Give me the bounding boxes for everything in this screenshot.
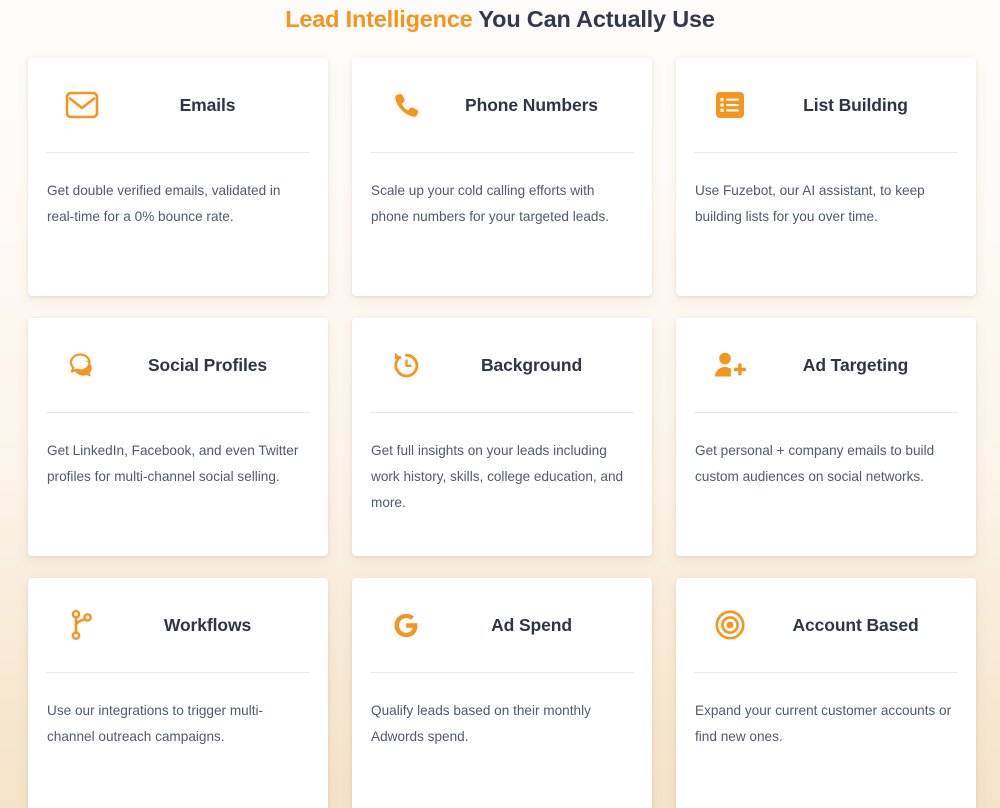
page-title-rest: You Can Actually Use [472, 6, 715, 32]
card-header: Ad Targeting [693, 318, 959, 412]
list-icon [710, 85, 750, 125]
card-description: Use our integrations to trigger multi-ch… [47, 703, 264, 744]
card-header: Ad Spend [369, 578, 635, 672]
card-header: Social Profiles [45, 318, 311, 412]
card-title: Account Based [792, 614, 919, 635]
card-description: Get LinkedIn, Facebook, and even Twitter… [47, 443, 299, 484]
card-title: Emails [179, 94, 236, 115]
card-description: Scale up your cold calling efforts with … [371, 183, 610, 224]
feature-card-ad-spend[interactable]: Ad Spend Qualify leads based on their mo… [352, 578, 652, 808]
feature-card-background[interactable]: Background Get full insights on your lea… [352, 318, 652, 556]
feature-card-workflows[interactable]: Workflows Use our integrations to trigge… [28, 578, 328, 808]
card-title: Phone Numbers [465, 94, 598, 115]
card-header: List Building [693, 58, 959, 152]
card-title: List Building [803, 94, 908, 115]
phone-icon [386, 86, 426, 126]
card-description: Get personal + company emails to build c… [695, 443, 935, 484]
card-description: Get full insights on your leads includin… [371, 443, 624, 510]
card-description: Get double verified emails, validated in… [47, 183, 281, 224]
card-description: Use Fuzebot, our AI assistant, to keep b… [695, 183, 925, 224]
feature-card-ad-targeting[interactable]: Ad Targeting Get personal + company emai… [676, 318, 976, 556]
feature-card-emails[interactable]: Emails Get double verified emails, valid… [28, 58, 328, 296]
card-header: Account Based [693, 578, 959, 672]
feature-card-list-building[interactable]: List Building Use Fuzebot, our AI assist… [676, 58, 976, 296]
card-header: Phone Numbers [369, 58, 635, 152]
card-header: Background [369, 318, 635, 412]
feature-card-social-profiles[interactable]: Social Profiles Get LinkedIn, Facebook, … [28, 318, 328, 556]
page-title: Lead Intelligence You Can Actually Use [0, 0, 1000, 36]
history-clock-icon [386, 345, 426, 385]
code-branch-icon [62, 605, 102, 645]
card-title: Ad Spend [491, 614, 572, 635]
card-title: Ad Targeting [802, 354, 909, 375]
page-title-accent: Lead Intelligence [285, 6, 473, 32]
feature-card-grid: Emails Get double verified emails, valid… [0, 58, 1000, 808]
card-title: Background [480, 354, 583, 375]
user-plus-icon [710, 345, 750, 385]
envelope-icon [62, 85, 102, 125]
bullseye-icon [710, 605, 750, 645]
card-header: Workflows [45, 578, 311, 672]
card-header: Emails [45, 58, 311, 152]
feature-card-account-based[interactable]: Account Based Expand your current custom… [676, 578, 976, 808]
card-title: Social Profiles [147, 354, 268, 375]
feature-card-phone-numbers[interactable]: Phone Numbers Scale up your cold calling… [352, 58, 652, 296]
card-description: Expand your current customer accounts or… [695, 703, 952, 744]
google-g-icon [386, 605, 426, 645]
speech-bubbles-icon [62, 345, 102, 385]
card-title: Workflows [163, 614, 252, 635]
card-description: Qualify leads based on their monthly Adw… [371, 703, 591, 744]
